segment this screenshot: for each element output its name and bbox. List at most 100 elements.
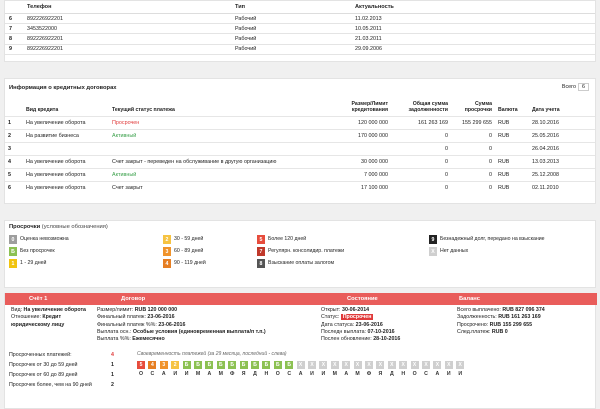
debt-label: Задолженность: (457, 314, 497, 321)
credit-date: 28.10.2016 (529, 115, 595, 130)
row-number: 7 (5, 23, 23, 35)
credit-limit (335, 141, 391, 156)
history-cell: X (387, 361, 396, 369)
history-stat-value: 1 (111, 372, 114, 378)
phones-header-phone: Телефон (23, 1, 231, 14)
history-month: Д (253, 371, 257, 377)
row-number: 6 (5, 13, 23, 25)
last-pay-label: Последн выплата: (321, 328, 367, 335)
legend-swatch: 7 (257, 247, 265, 256)
credits-card: Информация о кредитных договорах Всего 6… (4, 78, 596, 204)
credit-limit: 30 000 000 (335, 154, 391, 169)
history-month: С (424, 371, 428, 377)
history-stat: Просрочек более, чем на 90 дней 2 (9, 381, 121, 390)
credits-header-row: Вид кредита Текущий статус платежа Разме… (5, 99, 595, 116)
credit-currency: RUB (495, 180, 529, 195)
last-update-value: 28-10-2016 (373, 336, 401, 343)
history-cell: X (376, 361, 385, 369)
credit-currency: RUB (495, 154, 529, 169)
legend-label: 90 - 119 дней (174, 259, 206, 266)
history-month: О (138, 371, 144, 377)
account-contract-block: Размер/лимит: RUB 120 000 000 Финальный … (97, 307, 317, 343)
history-cell: Б (205, 361, 214, 369)
credits-header-type: Вид кредита (26, 107, 59, 114)
legend-card: Просрочки (условные обозначения) 0 Оценка… (4, 220, 596, 288)
credits-header-limit: Размер/Лимит кредитования (351, 101, 388, 114)
paid-value: RUB 827 096 374 (502, 307, 545, 313)
credit-debt: 161 263 169 (391, 115, 451, 130)
legend-swatch: 4 (163, 259, 171, 268)
table-row: 6 На увеличение оборота Счет закрыт 17 100 … (5, 180, 595, 195)
closing-value: 23-06-2016 (355, 321, 383, 328)
legend-label: Регулярн. консолидир. платежи (268, 247, 345, 254)
legend-item: 9 Безнадежный долг, передано на взыскание (429, 235, 544, 244)
credit-date: 25.05.2016 (529, 128, 595, 143)
last-update-label: Послен обновление: (321, 336, 372, 343)
legend-swatch: Б (9, 247, 17, 256)
phone-number: 892226922201 (23, 33, 231, 45)
legend-title: Просрочки (условные обозначения) (9, 224, 108, 230)
legend-item: 8 Взыскание оплаты залогом (257, 259, 334, 268)
history-month: Я (241, 371, 246, 377)
history-stats: Просроченных платежей: 4 Просрочек от 30 д… (9, 351, 121, 391)
legend-swatch: 0 (9, 235, 17, 244)
limit-label: Размер/лимит: (97, 307, 134, 313)
status-label: Статус: (321, 314, 340, 321)
history-month: М (195, 371, 201, 377)
credit-currency (495, 141, 529, 156)
legend-label: Без просрочек (20, 247, 55, 254)
credit-date: 26.04.2016 (529, 141, 595, 156)
phone-type: Рабочий (231, 44, 351, 55)
history-cell: Б (262, 361, 271, 369)
history-cell: Б (239, 361, 248, 369)
legend-item: Б Без просрочек (9, 247, 55, 256)
credit-status: Просрочен (109, 115, 335, 130)
credit-date: 25.12.2008 (529, 167, 595, 182)
history-cell: Б (285, 361, 294, 369)
history-cell: Б (228, 361, 237, 369)
row-number: 2 (5, 128, 23, 143)
credit-limit: 120 000 000 (335, 115, 391, 130)
history-month: С (150, 371, 155, 377)
history-cell: X (353, 361, 362, 369)
credit-overdue: 0 (451, 128, 495, 143)
legend-swatch: 1 (9, 259, 17, 268)
table-row: 3 0 0 26.04.2016 (5, 141, 595, 156)
final-pct-value: 23-06-2016 (158, 321, 186, 328)
legend-swatch: 5 (257, 235, 265, 244)
pay-pct-value: Ежемесячно (132, 336, 165, 343)
history-cell: 3 (159, 361, 168, 369)
legend-item: 5 Более 120 дней (257, 235, 306, 244)
relation-label: Отношение: (11, 314, 41, 321)
account-header: Счёт 1 Договор Состояние Баланс (5, 293, 597, 305)
table-row: 4 На увеличение оборота Счет закрыт - пере… (5, 154, 595, 169)
credit-currency: RUB (495, 115, 529, 130)
table-row: 5 На увеличение оборота Активный 7 000 000 0… (5, 167, 595, 182)
credit-overdue: 155 299 655 (451, 115, 495, 130)
phone-number: 3453522000 (23, 23, 231, 35)
next-value: RUB 0 (491, 328, 508, 335)
history-cell: X (433, 361, 442, 369)
legend-title-sub: (условные обозначения) (41, 224, 108, 230)
credit-type: На увеличение оборота (23, 167, 109, 182)
legend-label: 1 - 29 дней (20, 259, 47, 266)
phones-header-num (5, 1, 23, 14)
final-label: Финальный платеж: (97, 314, 146, 321)
history-month: И (184, 371, 189, 377)
account-header-balance: Баланс (459, 296, 481, 302)
row-number: 1 (5, 115, 23, 130)
history-month: Я (378, 371, 383, 377)
history-month: Н (264, 371, 269, 377)
debt-value: RUB 161 263 169 (498, 314, 541, 321)
history-stat: Просроченных платежей: 4 (9, 351, 121, 360)
history-cell: 5 (137, 361, 145, 369)
final-value: 23-06-2016 (147, 314, 175, 321)
legend-swatch: X (429, 247, 437, 256)
history-cell: Б (273, 361, 282, 369)
row-number: 5 (5, 167, 23, 182)
history-stat: Просрочек от 60 до 89 дней 1 (9, 371, 121, 380)
table-row: 8 892226922201 Рабочий 21.03.2011 (5, 33, 595, 45)
history-cell: X (365, 361, 373, 369)
credit-overdue: 0 (451, 154, 495, 169)
history-month: Ф (229, 371, 235, 377)
